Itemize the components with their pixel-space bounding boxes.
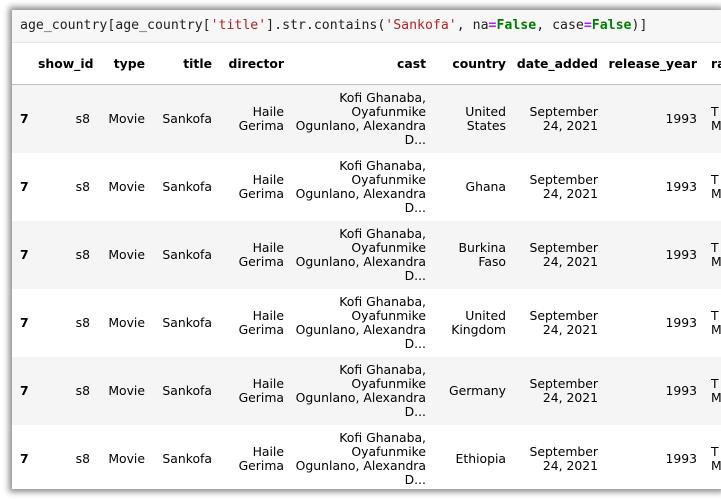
cell-show-id: s8 — [38, 289, 96, 357]
column-header-show-id: show_id — [38, 43, 96, 85]
column-header-type: type — [96, 43, 151, 85]
cell-release-year: 1993 — [604, 153, 703, 221]
code-keyword: False — [591, 18, 632, 33]
cell-date-added: September 24, 2021 — [512, 425, 604, 489]
cell-release-year: 1993 — [604, 289, 703, 357]
cell-cast: Kofi Ghanaba, Oyafunmike Ogunlano, Alexa… — [290, 84, 432, 153]
header-row: show_id type title director cast country… — [12, 43, 721, 85]
code-input[interactable]: age_country[age_country['title'].str.con… — [12, 10, 721, 43]
cell-cast: Kofi Ghanaba, Oyafunmike Ogunlano, Alexa… — [290, 221, 432, 289]
code-token: age_country — [115, 18, 203, 33]
cell-director: Haile Gerima — [218, 153, 290, 221]
notebook-cell: age_country[age_country['title'].str.con… — [12, 10, 721, 489]
cell-show-id: s8 — [38, 357, 96, 425]
cell-type: Movie — [96, 221, 151, 289]
cell-rating: T M — [703, 84, 721, 153]
code-token: [ — [202, 18, 211, 33]
cell-type: Movie — [96, 84, 151, 153]
cell-title: Sankofa — [151, 425, 218, 489]
cell-country: United Kingdom — [432, 289, 512, 357]
cell-date-added: September 24, 2021 — [512, 84, 604, 153]
cell-title: Sankofa — [151, 289, 218, 357]
cell-date-added: September 24, 2021 — [512, 221, 604, 289]
cell-rating: T M — [703, 153, 721, 221]
cell-director: Haile Gerima — [218, 357, 290, 425]
column-header-index — [12, 43, 38, 85]
cell-title: Sankofa — [151, 153, 218, 221]
cell-release-year: 1993 — [604, 84, 703, 153]
code-keyword: False — [496, 18, 537, 33]
code-token: )] — [631, 18, 648, 33]
column-header-release-year: release_year — [604, 43, 703, 85]
cell-director: Haile Gerima — [218, 289, 290, 357]
column-header-country: country — [432, 43, 512, 85]
row-index: 7 — [12, 221, 38, 289]
cell-country: Ethiopia — [432, 425, 512, 489]
cell-cast: Kofi Ghanaba, Oyafunmike Ogunlano, Alexa… — [290, 357, 432, 425]
code-token: case — [552, 18, 584, 33]
cell-director: Haile Gerima — [218, 425, 290, 489]
cell-country: Ghana — [432, 153, 512, 221]
column-header-title: title — [151, 43, 218, 85]
table-row: 7 s8 Movie Sankofa Haile Gerima Kofi Ghanaba,… — [12, 425, 721, 489]
cell-rating: T M — [703, 425, 721, 489]
table-row: 7 s8 Movie Sankofa Haile Gerima Kofi Ghanaba,… — [12, 357, 721, 425]
column-header-date-added: date_added — [512, 43, 604, 85]
cell-show-id: s8 — [38, 221, 96, 289]
cell-show-id: s8 — [38, 425, 96, 489]
cell-type: Movie — [96, 289, 151, 357]
cell-country: Burkina Faso — [432, 221, 512, 289]
column-header-director: director — [218, 43, 290, 85]
table-row: 7 s8 Movie Sankofa Haile Gerima Kofi Ghanaba,… — [12, 289, 721, 357]
cell-date-added: September 24, 2021 — [512, 153, 604, 221]
code-string: 'Sankofa' — [385, 18, 457, 33]
cell-release-year: 1993 — [604, 357, 703, 425]
code-operator: = — [583, 18, 592, 33]
cell-director: Haile Gerima — [218, 84, 290, 153]
cell-rating: T M — [703, 221, 721, 289]
cell-director: Haile Gerima — [218, 221, 290, 289]
cell-type: Movie — [96, 357, 151, 425]
row-index: 7 — [12, 84, 38, 153]
row-index: 7 — [12, 153, 38, 221]
code-string: 'title' — [210, 18, 267, 33]
row-index: 7 — [12, 357, 38, 425]
code-token: ] — [266, 18, 275, 33]
table-row: 7 s8 Movie Sankofa Haile Gerima Kofi Ghanaba,… — [12, 221, 721, 289]
row-index: 7 — [12, 289, 38, 357]
dataframe-table: show_id type title director cast country… — [12, 43, 721, 489]
code-token: na — [472, 18, 489, 33]
column-header-rating: rati — [703, 43, 721, 85]
cell-title: Sankofa — [151, 221, 218, 289]
dataframe-output[interactable]: show_id type title director cast country… — [12, 43, 721, 489]
cell-release-year: 1993 — [604, 425, 703, 489]
cell-rating: T M — [703, 289, 721, 357]
cell-release-year: 1993 — [604, 221, 703, 289]
cell-cast: Kofi Ghanaba, Oyafunmike Ogunlano, Alexa… — [290, 289, 432, 357]
cell-show-id: s8 — [38, 153, 96, 221]
cell-country: Germany — [432, 357, 512, 425]
code-token: age_country — [20, 18, 108, 33]
cell-type: Movie — [96, 425, 151, 489]
cell-cast: Kofi Ghanaba, Oyafunmike Ogunlano, Alexa… — [290, 425, 432, 489]
cell-title: Sankofa — [151, 84, 218, 153]
column-header-cast: cast — [290, 43, 432, 85]
table-row: 7 s8 Movie Sankofa Haile Gerima Kofi Ghanaba,… — [12, 153, 721, 221]
table-row: 7 s8 Movie Sankofa Haile Gerima Kofi Ghanaba,… — [12, 84, 721, 153]
cell-country: United States — [432, 84, 512, 153]
cell-date-added: September 24, 2021 — [512, 289, 604, 357]
cell-rating: T M — [703, 357, 721, 425]
cell-cast: Kofi Ghanaba, Oyafunmike Ogunlano, Alexa… — [290, 153, 432, 221]
cell-type: Movie — [96, 153, 151, 221]
row-index: 7 — [12, 425, 38, 489]
code-token: , — [456, 18, 473, 33]
code-token: .str.contains( — [274, 18, 386, 33]
cell-title: Sankofa — [151, 357, 218, 425]
code-token: , — [536, 18, 553, 33]
cell-date-added: September 24, 2021 — [512, 357, 604, 425]
cell-show-id: s8 — [38, 84, 96, 153]
